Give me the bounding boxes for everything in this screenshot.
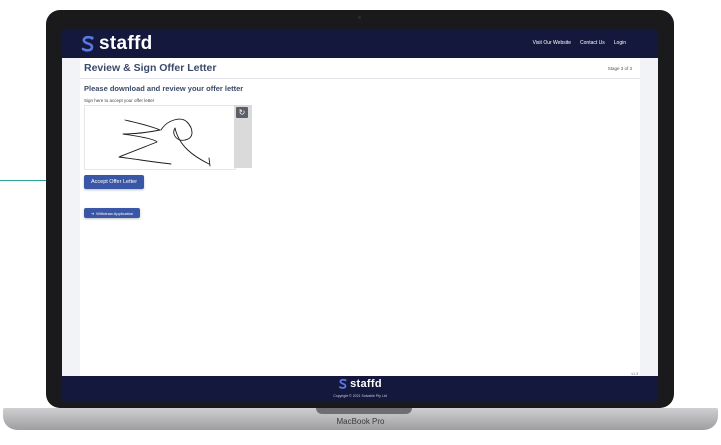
title-divider [80,78,640,79]
page-title: Review & Sign Offer Letter [84,62,217,74]
laptop-bezel: staffd Visit Our Website Contact Us Logi… [46,10,674,408]
base-notch [316,408,412,414]
footer-brand-name: staffd [350,378,382,390]
copyright-text: Copyright © 2021 Solvable Pty Ltd [333,394,387,398]
nav-link-login[interactable]: Login [614,40,626,46]
brand-name: staffd [99,33,153,54]
exit-icon: ⇥ [90,210,95,216]
accept-offer-button[interactable]: Accept Offer Letter [84,175,144,189]
withdraw-label: Withdraw Application [96,210,134,216]
laptop-base: MacBook Pro [3,408,718,430]
main-content: Review & Sign Offer Letter Stage 3 of 3 … [62,58,658,376]
sign-instruction: Sign here to accept your offer letter [84,98,155,103]
screen: staffd Visit Our Website Contact Us Logi… [62,30,658,402]
top-navbar: staffd Visit Our Website Contact Us Logi… [62,30,658,58]
staffd-logo-icon [81,35,94,52]
content-card: Review & Sign Offer Letter Stage 3 of 3 … [80,58,640,376]
device-label: MacBook Pro [336,417,385,426]
nav-link-contact[interactable]: Contact Us [580,40,605,46]
laptop-mockup: staffd Visit Our Website Contact Us Logi… [0,0,721,445]
nav-link-website[interactable]: Visit Our Website [533,40,571,46]
camera-dot [358,16,361,19]
brand-logo[interactable]: staffd [80,32,153,56]
footer: staffd Copyright © 2021 Solvable Pty Ltd [62,376,658,402]
section-title[interactable]: Please download and review your offer le… [84,84,243,93]
clear-signature-button[interactable]: ↻ [236,107,248,118]
refresh-icon: ↻ [238,107,246,117]
signature-pad[interactable] [84,105,236,170]
staffd-logo-icon [339,378,347,389]
stage-indicator: Stage 3 of 3 [607,66,632,71]
footer-logo[interactable]: staffd [62,378,658,390]
nav-links: Visit Our Website Contact Us Login [533,40,626,46]
signature-drawing [118,118,211,167]
withdraw-application-button[interactable]: ⇥ Withdraw Application [84,208,140,218]
